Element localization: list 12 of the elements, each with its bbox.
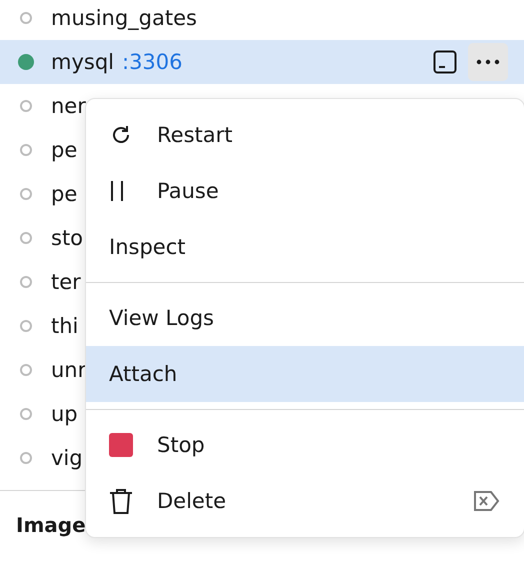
container-name: unr	[51, 358, 86, 382]
container-name: up	[51, 402, 78, 426]
section-title: Image	[16, 513, 86, 537]
container-name: pe	[51, 182, 78, 206]
container-name: sto	[51, 226, 84, 250]
container-name: pe	[51, 138, 78, 162]
container-name: vig	[51, 446, 83, 470]
container-name: ner	[51, 94, 86, 118]
container-name: ter	[51, 270, 81, 294]
container-name: thi	[51, 314, 78, 338]
container-name: musing_gates	[51, 6, 197, 30]
container-name: mysql	[51, 50, 114, 74]
